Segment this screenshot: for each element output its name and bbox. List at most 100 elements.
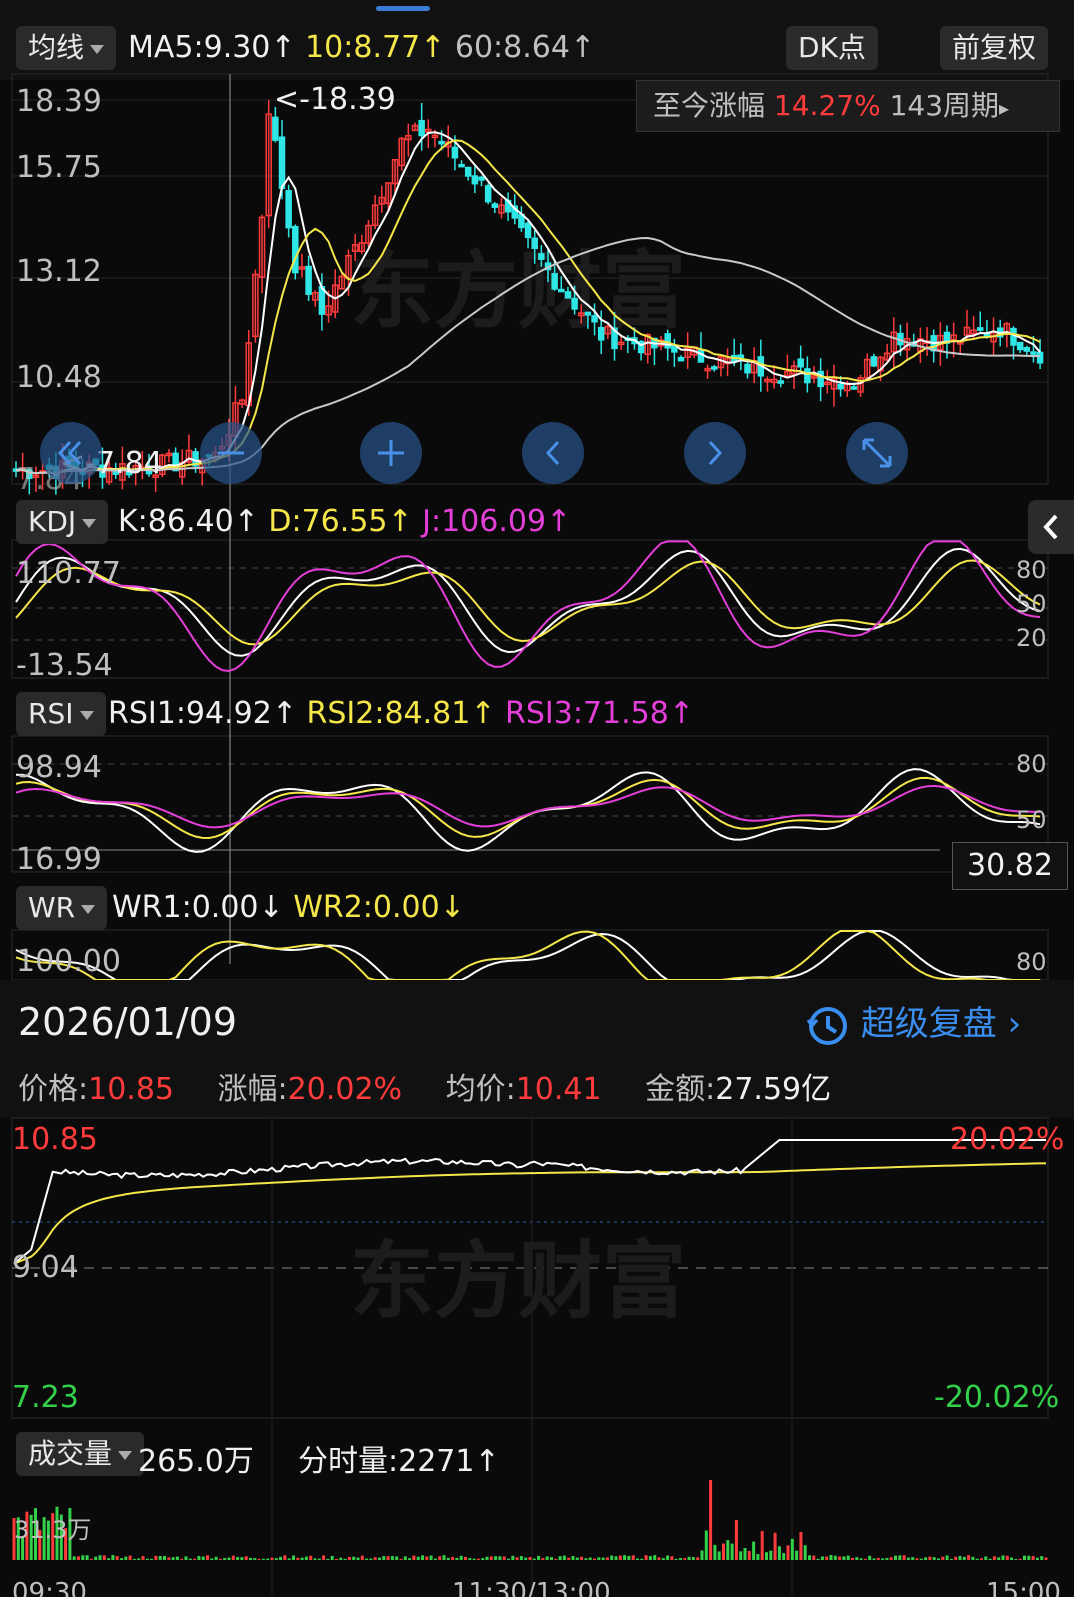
kline-chart[interactable]: 东方财富 [0,0,1074,980]
volume-bar [949,1558,953,1560]
volume-bar [842,1556,846,1560]
volume-bar [885,1557,889,1560]
volume-bar [674,1558,678,1560]
candle-body [1036,351,1044,364]
volume-bar [562,1555,566,1560]
volume-bar [352,1556,356,1560]
volume-bar [128,1555,132,1560]
volume-bar [537,1555,541,1560]
volume-bar [102,1555,106,1560]
volume-bar [425,1556,429,1560]
volume-bar [279,1556,283,1560]
candle-body [418,119,425,137]
volume-bar [261,1558,265,1560]
volume-bar [722,1543,725,1560]
rsi-legend: RSI1:94.92↑ RSI2:84.81↑ RSI3:71.58↑ [108,696,694,731]
volume-bar [519,1556,523,1560]
gain-info-box[interactable]: 至今涨幅 14.27% 143周期▸ [636,80,1060,132]
intraday-date: 2026/01/09 [18,1000,238,1044]
candle-body [278,136,286,190]
prev-button[interactable] [522,422,584,484]
watermark: 东方财富 [350,242,686,340]
volume-bar [636,1558,639,1560]
volume-bar [644,1555,648,1560]
volume-bar [618,1555,622,1560]
volume-bar [593,1558,596,1560]
kdj-legend: K:86.40↑ D:76.55↑ J:106.09↑ [118,504,571,539]
volume-bar [876,1557,880,1560]
volume-bar [571,1555,575,1560]
volume-bar [906,1557,910,1560]
volume-bar [683,1558,687,1560]
volume-bar [502,1556,506,1560]
volume-bar [631,1555,635,1560]
wr-selector[interactable]: WR [16,886,108,930]
kdj-selector[interactable]: KDJ [16,500,109,544]
volume-bar [171,1557,175,1560]
volume-bar [851,1557,854,1560]
zoom-out-button[interactable] [200,422,262,484]
volume-bar [421,1555,424,1560]
volume-bar [1001,1555,1005,1560]
volume-bar [984,1556,988,1560]
super-review-label: 超级复盘 [860,1004,997,1044]
volume-bar [476,1558,480,1560]
volume-bar [717,1551,721,1560]
candle-body [744,363,751,374]
kdj-y-bottom: -13.54 [16,648,113,683]
up-arrow-icon: ↑ [271,696,297,731]
minute-volume: 分时量:2271↑ [298,1436,500,1480]
super-review-button[interactable]: 超级复盘 › [806,996,1021,1048]
fullscreen-button[interactable] [846,422,908,484]
volume-bar [468,1558,472,1560]
wr1-value: WR1:0.00 [112,890,259,925]
volume-bar [313,1558,317,1560]
volume-bar [945,1555,949,1560]
volume-bar [115,1556,119,1560]
volume-bar [790,1538,794,1560]
volume-bar [446,1557,450,1560]
volume-bar [120,1558,123,1560]
intraday-pct-top: 20.02% [950,1122,1065,1157]
volume-bar [132,1558,136,1560]
rsi-selector[interactable]: RSI [16,692,106,736]
volume-selector[interactable]: 成交量 [16,1432,145,1476]
volume-bar [924,1557,928,1560]
volume-bar [894,1555,897,1560]
kdj-level-label: 50 [1016,590,1047,618]
volume-bar [287,1558,291,1560]
candle-body [584,311,592,316]
change-label: 涨幅: [217,1072,288,1107]
volume-bar [756,1554,760,1560]
time-label-noon: 11:30/13:00 [452,1578,611,1597]
volume-bar [163,1556,166,1560]
collapse-panel-button[interactable] [1028,500,1074,554]
volume-bar [498,1556,502,1560]
volume-total: 265.0万 [138,1444,254,1479]
kdj-d-value: D:76.55 [268,504,388,539]
volume-bar [954,1556,958,1560]
volume-bar [141,1556,145,1560]
volume-bar [691,1557,695,1560]
wr-selector-label: WR [28,891,76,924]
first-page-button[interactable] [40,422,102,484]
volume-bar [670,1556,674,1560]
volume-bar [1010,1557,1014,1560]
next-button[interactable] [684,422,746,484]
kline-y-label: 15.75 [16,150,102,185]
volume-bar [373,1557,377,1560]
history-icon [806,1006,847,1045]
volume-bar [464,1556,467,1560]
change-value: 20.02% [287,1072,403,1107]
zoom-in-button[interactable] [360,422,422,484]
volume-bar [567,1557,571,1560]
kdj-j-value: J:106.09 [422,504,547,539]
volume-bar [992,1556,996,1560]
volume-bar [919,1558,923,1560]
rsi3-value: RSI3:71.58 [505,696,669,731]
volume-bar [782,1553,786,1560]
candle-body [491,203,499,208]
volume-bar [201,1556,205,1560]
volume-bar [459,1555,463,1560]
candle-body [1030,351,1037,355]
